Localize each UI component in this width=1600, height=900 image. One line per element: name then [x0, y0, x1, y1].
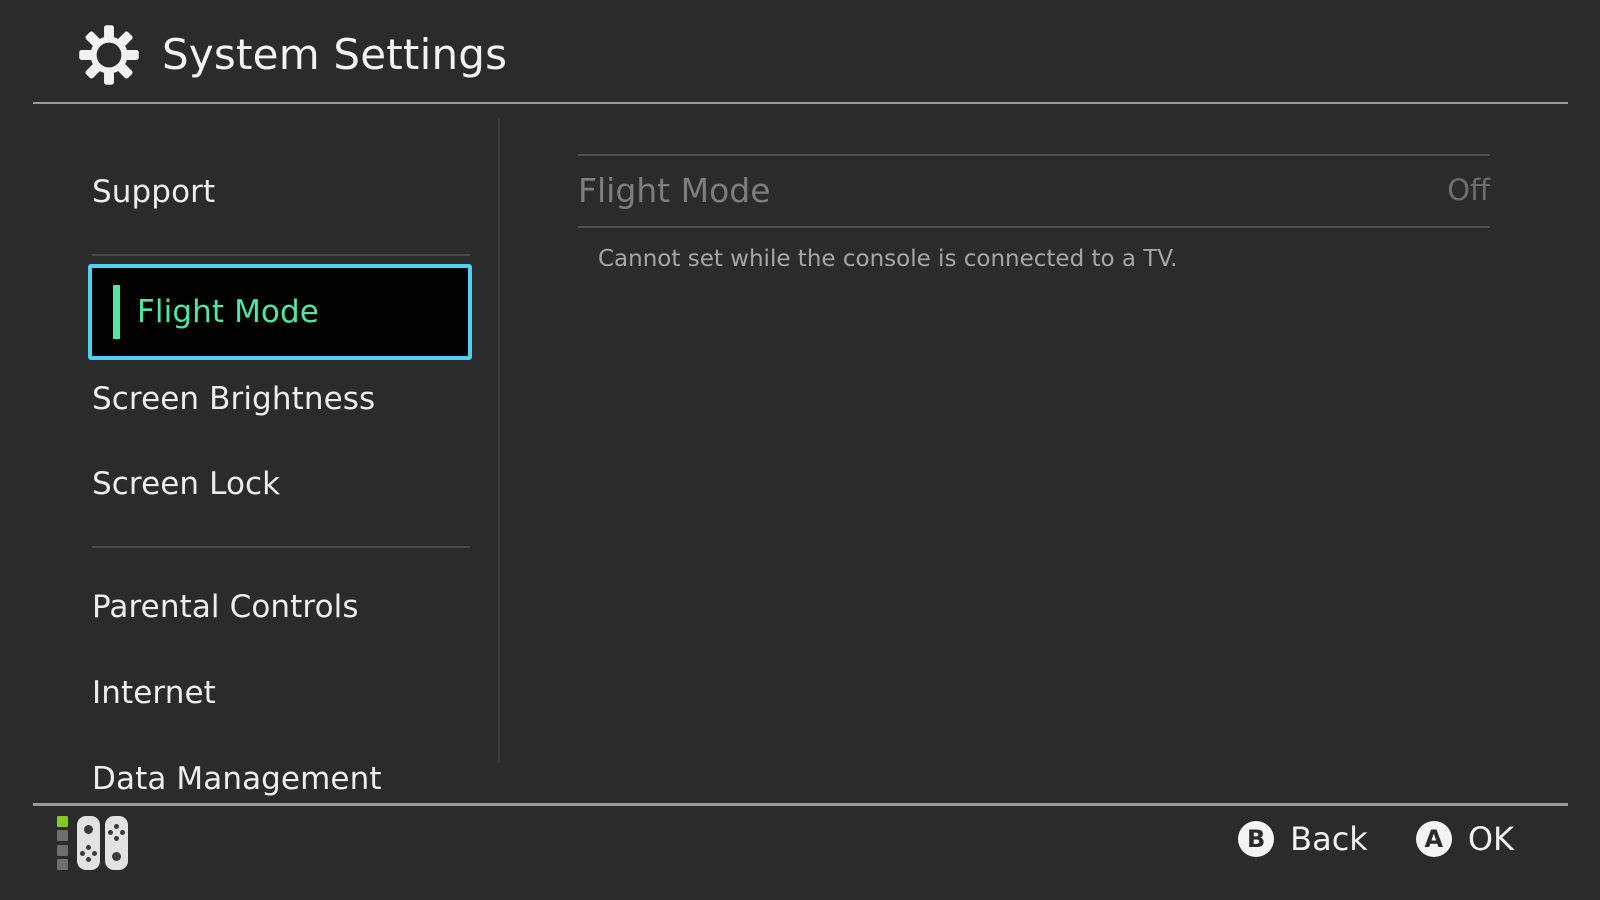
- footer-actions: B Back A OK: [1238, 812, 1514, 866]
- sidebar-divider-bottom: [92, 546, 470, 548]
- back-button[interactable]: B Back: [1238, 820, 1368, 858]
- sidebar-item-internet[interactable]: Internet: [92, 665, 470, 721]
- sidebar-item-label: Internet: [92, 675, 216, 711]
- sidebar-item-screen-lock[interactable]: Screen Lock: [92, 456, 470, 512]
- player-led-1: [57, 816, 68, 827]
- sidebar-item-label: Screen Brightness: [92, 381, 376, 417]
- setting-note: Cannot set while the console is connecte…: [598, 246, 1178, 272]
- sidebar-item-label: Support: [92, 174, 216, 210]
- player-led-4: [57, 858, 68, 870]
- setting-row-flight-mode[interactable]: Flight Mode Off: [578, 156, 1490, 224]
- controller-indicator[interactable]: [57, 812, 128, 874]
- player-led-3: [57, 844, 68, 856]
- setting-value: Off: [1447, 173, 1490, 207]
- setting-label: Flight Mode: [578, 170, 771, 210]
- settings-sidebar: Support Flight Mode Screen Brightness Sc…: [0, 118, 500, 797]
- sidebar-item-label: Flight Mode: [137, 294, 319, 330]
- gear-icon: [79, 25, 139, 85]
- ok-button-label: OK: [1467, 820, 1514, 858]
- header-divider: [33, 102, 1568, 104]
- header-content: System Settings: [78, 24, 507, 86]
- sidebar-item-label: Data Management: [92, 761, 382, 797]
- system-settings-screen: System Settings Support Flight Mode Scre…: [0, 0, 1600, 900]
- sidebar-nav-list: Support Flight Mode Screen Brightness Sc…: [0, 118, 498, 797]
- joycon-pair-icon: [77, 816, 128, 870]
- joycon-right-icon: [105, 816, 128, 870]
- sidebar-item-flight-mode[interactable]: Flight Mode: [88, 264, 472, 360]
- joycon-left-icon: [77, 816, 100, 870]
- player-led-2: [57, 830, 68, 842]
- header: System Settings: [0, 0, 1600, 104]
- setting-divider-bottom: [578, 226, 1490, 228]
- sidebar-item-parental-controls[interactable]: Parental Controls: [92, 579, 470, 635]
- page-title: System Settings: [162, 30, 508, 79]
- b-button-icon: B: [1238, 821, 1275, 857]
- sidebar-item-screen-brightness[interactable]: Screen Brightness: [92, 371, 470, 427]
- ok-button[interactable]: A OK: [1415, 820, 1514, 858]
- sidebar-item-data-management[interactable]: Data Management: [92, 751, 470, 807]
- sidebar-divider-top: [92, 254, 470, 256]
- back-button-label: Back: [1290, 820, 1368, 858]
- sidebar-item-label: Parental Controls: [92, 589, 359, 625]
- sidebar-item-support[interactable]: Support: [92, 164, 470, 220]
- settings-detail-panel: Flight Mode Off Cannot set while the con…: [500, 118, 1600, 763]
- selection-accent-bar: [113, 285, 120, 339]
- a-button-icon: A: [1415, 821, 1452, 857]
- sidebar-item-label: Screen Lock: [92, 466, 281, 502]
- player-led-group: [57, 816, 68, 870]
